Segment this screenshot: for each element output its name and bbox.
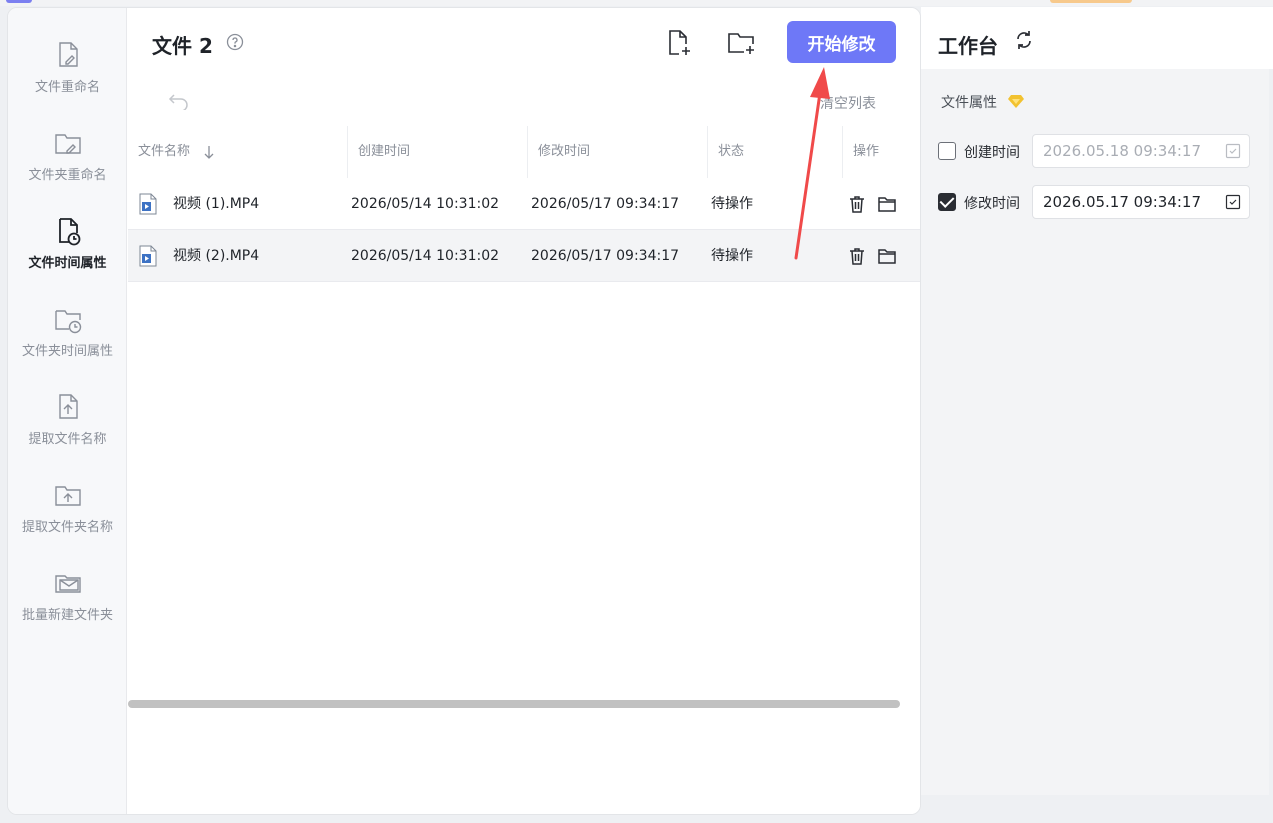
workbench-title: 工作台 [938, 34, 998, 58]
workbench-panel: 文件属性 创建时间 2026.05.18 09:34:17 修改时间 2026.… [921, 69, 1269, 795]
sort-down-icon[interactable] [202, 144, 216, 160]
video-file-icon [139, 245, 157, 267]
main-card: 文件重命名 文件夹重命名 文件时间属性 文件夹时间属性 提取文件名称 提取文件夹… [7, 7, 921, 815]
sidebar-item-file-time[interactable]: 文件时间属性 [8, 212, 127, 292]
modified-time: 2026/05/17 09:34:17 [531, 196, 680, 212]
sidebar-item-folder-time[interactable]: 文件夹时间属性 [8, 300, 127, 380]
sidebar-item-label: 文件时间属性 [28, 256, 107, 271]
clear-list-link[interactable]: 清空列表 [820, 93, 876, 113]
column-header-status: 状态 [707, 126, 842, 178]
page-title: 文件 2 [152, 34, 213, 58]
table-header: 文件名称 创建时间 修改时间 状态 操作 [128, 126, 920, 178]
status-text: 待操作 [711, 196, 753, 212]
create-time-input[interactable]: 2026.05.18 09:34:17 [1032, 134, 1250, 168]
created-time: 2026/05/14 10:31:02 [351, 248, 500, 264]
calendar-icon[interactable] [1225, 194, 1241, 210]
folder-clock-icon [54, 310, 81, 334]
sidebar-item-file-rename[interactable]: 文件重命名 [8, 36, 127, 116]
table-row[interactable]: 视频 (2).MP4 2026/05/14 10:31:02 2026/05/1… [128, 230, 920, 282]
undo-icon[interactable] [168, 92, 190, 110]
sidebar-item-extract-folder-names[interactable]: 提取文件夹名称 [8, 476, 127, 556]
modify-time-input[interactable]: 2026.05.17 09:34:17 [1032, 185, 1250, 219]
file-name: 视频 (2).MP4 [173, 248, 260, 264]
modified-time: 2026/05/17 09:34:17 [531, 248, 680, 264]
start-modify-button[interactable]: 开始修改 [787, 21, 896, 63]
file-list-panel: 文件 2 开始修改 清空列表 文件名称 创建时间 修改时间 状态 操作 视频 (… [128, 8, 920, 814]
sidebar-item-folder-rename[interactable]: 文件夹重命名 [8, 124, 127, 204]
column-header-modified: 修改时间 [527, 126, 707, 178]
modify-time-value: 2026.05.17 09:34:17 [1043, 193, 1202, 211]
open-folder-icon[interactable] [877, 246, 897, 266]
delete-icon[interactable] [847, 246, 867, 266]
create-time-value: 2026.05.18 09:34:17 [1043, 142, 1202, 160]
status-text: 待操作 [711, 248, 753, 264]
file-edit-icon [58, 42, 78, 67]
column-header-created: 创建时间 [347, 126, 527, 178]
column-header-actions: 操作 [842, 126, 920, 178]
sidebar-item-label: 文件夹时间属性 [21, 344, 113, 359]
column-header-name[interactable]: 文件名称 [128, 126, 347, 178]
file-name: 视频 (1).MP4 [173, 196, 260, 212]
table-row[interactable]: 视频 (1).MP4 2026/05/14 10:31:02 2026/05/1… [128, 178, 920, 230]
vip-diamond-icon [1008, 95, 1024, 108]
sidebar-item-batch-new-folder[interactable]: 批量新建文件夹 [8, 564, 127, 644]
folder-edit-icon [54, 134, 81, 154]
file-clock-icon [58, 218, 80, 246]
top-badge [1050, 0, 1132, 3]
sidebar-item-extract-file-names[interactable]: 提取文件名称 [8, 388, 127, 468]
sidebar-item-label: 批量新建文件夹 [21, 608, 113, 623]
open-folder-icon[interactable] [877, 194, 897, 214]
workbench-header: 工作台 [921, 7, 1273, 69]
sidebar: 文件重命名 文件夹重命名 文件时间属性 文件夹时间属性 提取文件名称 提取文件夹… [8, 8, 127, 814]
video-file-icon [139, 193, 157, 215]
create-time-label: 创建时间 [964, 145, 1020, 161]
delete-icon[interactable] [847, 194, 867, 214]
created-time: 2026/05/14 10:31:02 [351, 196, 500, 212]
modify-time-label: 修改时间 [964, 196, 1020, 212]
top-tab-indicator [6, 0, 32, 3]
folder-mail-icon [54, 575, 81, 593]
section-title: 文件属性 [941, 95, 997, 111]
sidebar-item-label: 文件重命名 [34, 80, 100, 95]
help-icon[interactable] [226, 33, 244, 51]
sidebar-item-label: 文件夹重命名 [28, 168, 107, 183]
sidebar-item-label: 提取文件名称 [28, 432, 107, 447]
sidebar-item-label: 提取文件夹名称 [21, 520, 113, 535]
add-folder-icon[interactable] [726, 28, 756, 58]
refresh-icon[interactable] [1014, 29, 1034, 51]
folder-upload-icon [54, 486, 81, 506]
create-time-checkbox[interactable] [938, 142, 956, 160]
add-file-icon[interactable] [663, 28, 693, 58]
file-upload-icon [58, 394, 78, 419]
top-strip [0, 0, 1273, 6]
modify-time-checkbox[interactable] [938, 193, 956, 211]
calendar-icon[interactable] [1225, 143, 1241, 159]
column-header-label: 文件名称 [138, 144, 191, 159]
horizontal-scrollbar[interactable] [128, 700, 900, 708]
